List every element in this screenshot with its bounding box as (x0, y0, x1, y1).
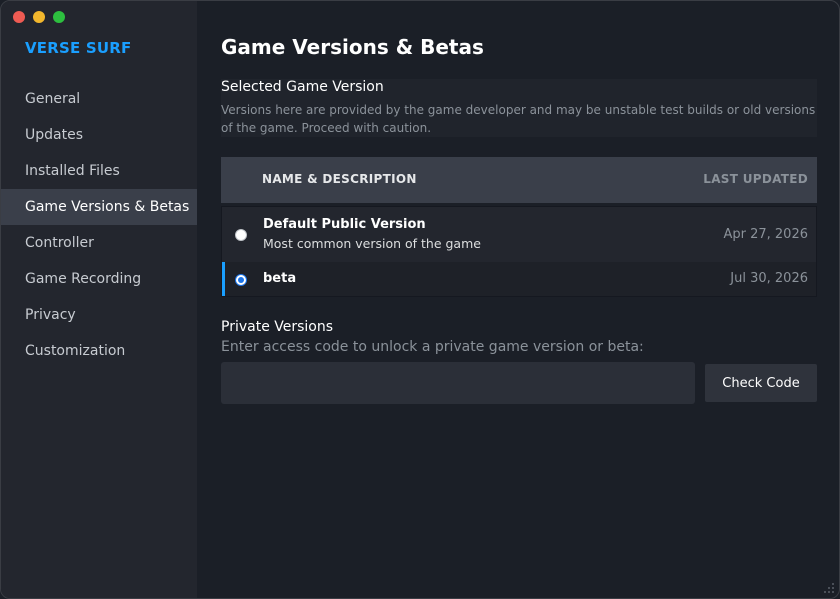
resize-grip-icon[interactable] (823, 582, 835, 594)
sidebar-item-privacy[interactable]: Privacy (1, 297, 197, 333)
sidebar-nav: General Updates Installed Files Game Ver… (1, 81, 197, 369)
zoom-window-button[interactable] (53, 11, 65, 23)
sidebar-item-game-recording[interactable]: Game Recording (1, 261, 197, 297)
section-title: Selected Game Version (221, 79, 384, 95)
window-controls (13, 11, 65, 23)
sidebar: VERSE SURF General Updates Installed Fil… (1, 1, 197, 598)
version-name: beta (263, 271, 297, 286)
settings-window: VERSE SURF General Updates Installed Fil… (0, 0, 840, 599)
selected-version-section: Selected Game Version Versions here are … (221, 79, 817, 137)
column-header-last-updated: LAST UPDATED (703, 172, 808, 186)
sidebar-item-installed-files[interactable]: Installed Files (1, 153, 197, 189)
sidebar-item-controller[interactable]: Controller (1, 225, 197, 261)
check-code-button[interactable]: Check Code (705, 364, 817, 402)
version-row-default[interactable]: Default Public Version Most common versi… (222, 207, 816, 261)
close-window-button[interactable] (13, 11, 25, 23)
game-title: VERSE SURF (25, 39, 132, 57)
versions-list: Default Public Version Most common versi… (221, 206, 817, 297)
versions-table-header: NAME & DESCRIPTION LAST UPDATED (221, 157, 817, 203)
column-header-name: NAME & DESCRIPTION (262, 172, 417, 186)
sidebar-item-updates[interactable]: Updates (1, 117, 197, 153)
section-description: Versions here are provided by the game d… (221, 103, 816, 135)
private-versions-title: Private Versions (221, 319, 334, 335)
sidebar-item-customization[interactable]: Customization (1, 333, 197, 369)
sidebar-item-general[interactable]: General (1, 81, 197, 117)
version-radio-beta[interactable] (235, 274, 247, 286)
version-date: Apr 27, 2026 (723, 227, 808, 242)
version-row-beta[interactable]: beta Jul 30, 2026 (222, 262, 816, 296)
version-date: Jul 30, 2026 (730, 271, 808, 286)
sidebar-item-game-versions-betas[interactable]: Game Versions & Betas (1, 189, 197, 225)
page-title: Game Versions & Betas (221, 35, 484, 59)
private-versions-description: Enter access code to unlock a private ga… (221, 339, 644, 355)
version-radio-default[interactable] (235, 229, 247, 241)
minimize-window-button[interactable] (33, 11, 45, 23)
version-description: Most common version of the game (263, 236, 481, 251)
version-name: Default Public Version (263, 217, 426, 232)
access-code-input[interactable] (221, 362, 695, 404)
